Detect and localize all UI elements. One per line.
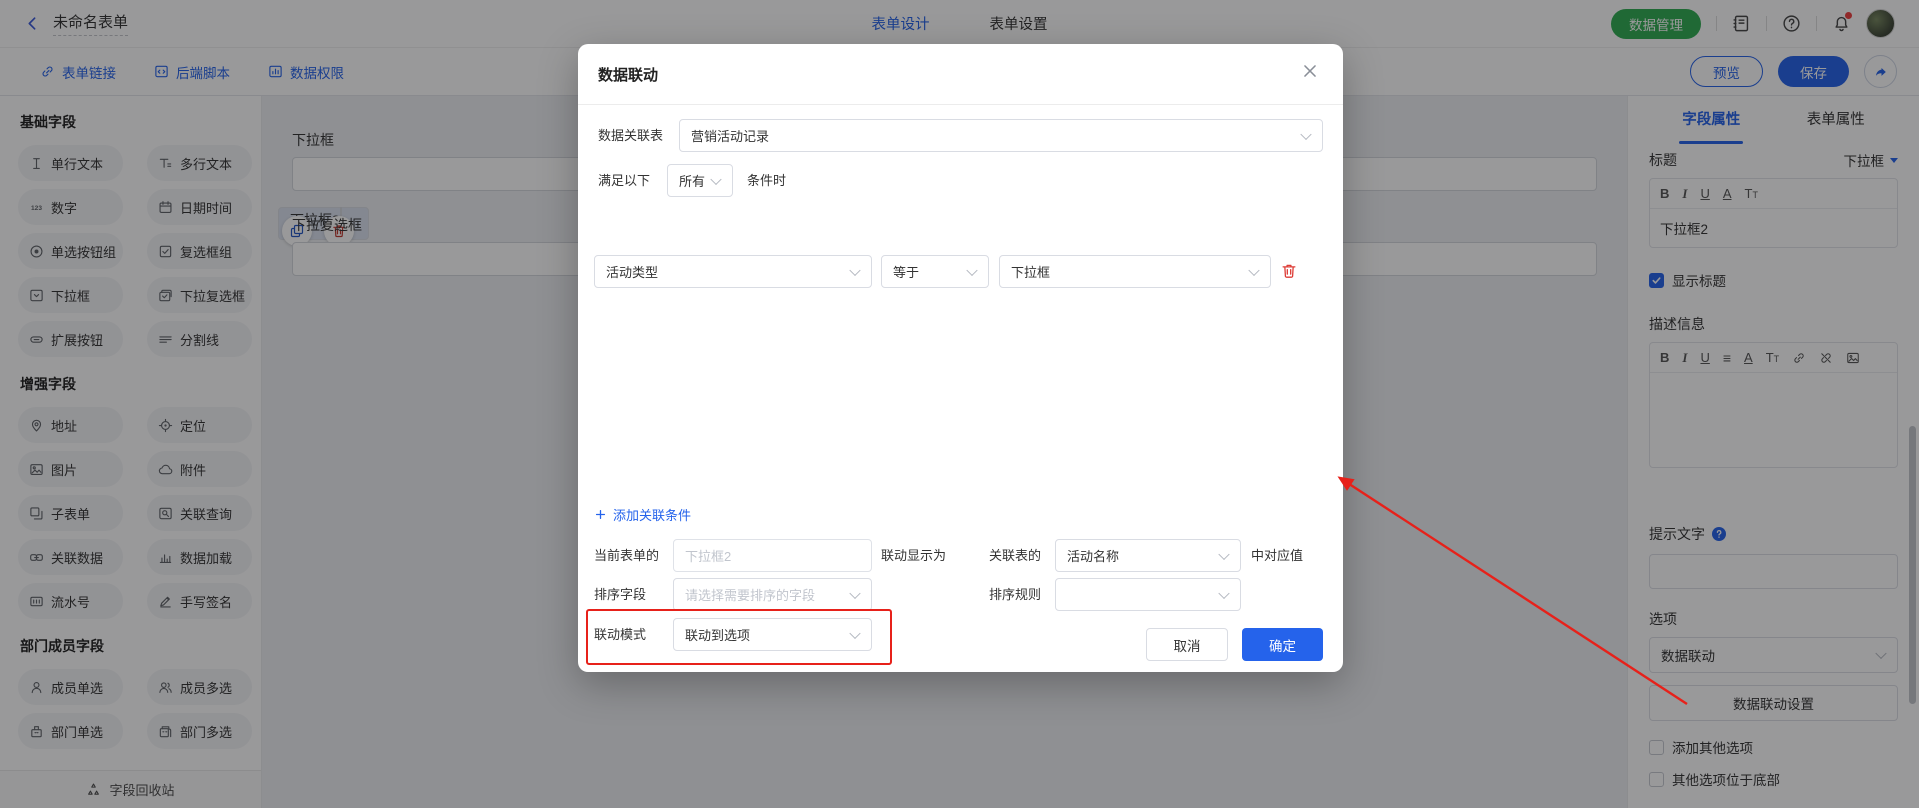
chevron-down-icon: [1248, 264, 1259, 275]
divider: [578, 104, 1343, 105]
close-icon: [1301, 62, 1319, 80]
corresponding-value-label: 中对应值: [1251, 539, 1303, 572]
plus-icon: [594, 508, 607, 521]
condition-form-field-select[interactable]: 下拉框: [999, 255, 1271, 288]
chevron-down-icon: [849, 587, 860, 598]
modal-close-button[interactable]: [1301, 62, 1323, 84]
data-linkage-modal: 数据联动 数据关联表 营销活动记录 满足以下 所有 条件时 关联表字段 当前表单…: [578, 44, 1343, 672]
chevron-down-icon: [849, 627, 860, 638]
cancel-button[interactable]: 取消: [1146, 628, 1228, 661]
related-table-label: 数据关联表: [598, 119, 663, 152]
form-designer-app: 未命名表单 表单设计表单设置 数据管理 表单链接后端脚本数据权限 预览 保存 基…: [0, 0, 1919, 808]
related-table-select[interactable]: 营销活动记录: [679, 119, 1323, 152]
match-prefix-label: 满足以下: [598, 164, 650, 197]
chevron-down-icon: [1300, 128, 1311, 139]
current-form-label: 当前表单的: [594, 539, 659, 572]
match-suffix-label: 条件时: [747, 164, 786, 197]
confirm-button[interactable]: 确定: [1242, 628, 1323, 661]
chevron-down-icon: [966, 264, 977, 275]
sort-field-select[interactable]: 请选择需要排序的字段: [673, 578, 872, 611]
current-form-field-input[interactable]: [673, 539, 872, 572]
condition-table-field-select[interactable]: 活动类型: [594, 255, 872, 288]
display-field-select[interactable]: 活动名称: [1055, 539, 1241, 572]
sort-rule-label: 排序规则: [989, 578, 1041, 611]
linkage-mode-select[interactable]: 联动到选项: [673, 618, 872, 651]
display-as-label: 联动显示为: [881, 539, 946, 572]
add-condition-link[interactable]: 添加关联条件: [594, 505, 691, 524]
delete-condition-button[interactable]: [1280, 262, 1298, 280]
sort-rule-select[interactable]: [1055, 578, 1241, 611]
condition-operator-select[interactable]: 等于: [881, 255, 989, 288]
chevron-down-icon: [849, 264, 860, 275]
chevron-down-icon: [710, 173, 721, 184]
sort-field-label: 排序字段: [594, 578, 646, 611]
linkage-mode-label: 联动模式: [594, 618, 646, 651]
chevron-down-icon: [1218, 587, 1229, 598]
modal-title: 数据联动: [598, 64, 658, 85]
match-mode-select[interactable]: 所有: [667, 164, 733, 197]
related-table-of-label: 关联表的: [989, 539, 1041, 572]
chevron-down-icon: [1218, 548, 1229, 559]
